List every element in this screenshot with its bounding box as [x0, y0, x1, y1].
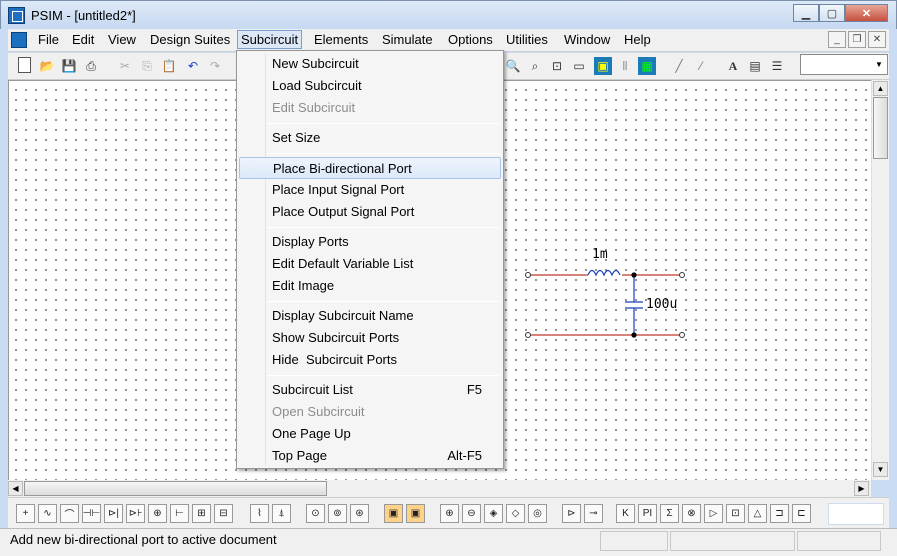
terminal-node[interactable] — [525, 272, 531, 278]
menu-item-label: Edit Subcircuit — [272, 100, 356, 115]
subcircuit-dropdown-menu: New Subcircuit Load Subcircuit Edit Subc… — [236, 50, 504, 469]
limiter-icon[interactable]: ⊸ — [584, 504, 603, 523]
vertical-scroll-thumb[interactable] — [873, 97, 888, 159]
junction-node — [631, 272, 637, 278]
menu-item-new-subcircuit[interactable]: New Subcircuit — [239, 53, 501, 75]
menu-item-label: Load Subcircuit — [272, 78, 362, 93]
menu-item-hide-subcircuit-ports[interactable]: Hide Subcircuit Ports — [239, 349, 501, 371]
switch-element-icon[interactable]: ⊟ — [214, 504, 233, 523]
summer-icon[interactable]: Σ — [660, 504, 679, 523]
menu-separator — [267, 123, 499, 124]
terminal-node[interactable] — [525, 332, 531, 338]
inductor-symbol[interactable] — [587, 269, 621, 277]
pi-controller-icon[interactable]: PI — [638, 504, 657, 523]
mosfet-element-icon[interactable]: ⊞ — [192, 504, 211, 523]
menu-separator — [267, 301, 499, 302]
menu-item-label: One Page Up — [272, 426, 351, 441]
inductor-element-icon[interactable]: ⌒ — [60, 504, 79, 523]
status-bar: Add new bi-directional port to active do… — [0, 528, 897, 556]
menu-item-subcircuit-list[interactable]: Subcircuit List F5 — [239, 379, 501, 401]
diode-element-icon[interactable]: ⊳| — [104, 504, 123, 523]
elements-toolbar-spacer — [828, 503, 884, 525]
triangle-source-icon[interactable]: ◇ — [506, 504, 525, 523]
menu-separator — [267, 153, 499, 154]
menu-item-set-size[interactable]: Set Size — [239, 127, 501, 149]
igbt-element-icon[interactable]: ⊢ — [170, 504, 189, 523]
menu-item-place-output-signal-port[interactable]: Place Output Signal Port — [239, 201, 501, 223]
inductor-label[interactable]: 1m — [592, 247, 608, 262]
menu-item-label: Top Page — [272, 448, 327, 463]
voltage-probe-icon[interactable]: ⊙ — [306, 504, 325, 523]
menu-item-label: Edit Default Variable List — [272, 256, 414, 271]
scope-icon[interactable]: ▣ — [384, 504, 403, 523]
resistor-element-icon[interactable]: ∿ — [38, 504, 57, 523]
menu-item-label: New Subcircuit — [272, 56, 359, 71]
menu-item-load-subcircuit[interactable]: Load Subcircuit — [239, 75, 501, 97]
menu-item-label: Set Size — [272, 130, 321, 145]
menu-item-label: Subcircuit List — [272, 382, 353, 397]
scroll-up-icon[interactable]: ▲ — [873, 81, 888, 96]
menu-item-top-page[interactable]: Top Page Alt-F5 — [239, 445, 501, 467]
probe-element-icon[interactable]: ⍋ — [272, 504, 291, 523]
logic-gate-icon[interactable]: ⊐ — [770, 504, 789, 523]
menu-item-show-subcircuit-ports[interactable]: Show Subcircuit Ports — [239, 327, 501, 349]
menu-item-edit-default-variable-list[interactable]: Edit Default Variable List — [239, 253, 501, 275]
menu-item-shortcut: Alt-F5 — [447, 448, 482, 463]
menu-separator — [267, 227, 499, 228]
menu-item-display-subcircuit-name[interactable]: Display Subcircuit Name — [239, 305, 501, 327]
opamp-icon[interactable]: ▷ — [704, 504, 723, 523]
menu-item-shortcut: F5 — [466, 382, 482, 397]
vertical-scrollbar[interactable]: ▲ ▼ — [871, 80, 889, 480]
meter-icon[interactable]: ⊛ — [350, 504, 369, 523]
scroll-left-icon[interactable]: ◀ — [8, 481, 23, 496]
status-text: Add new bi-directional port to active do… — [10, 532, 277, 547]
status-pane — [600, 531, 668, 551]
transformer-element-icon[interactable]: ⌇ — [250, 504, 269, 523]
menu-item-label: Display Ports — [272, 234, 349, 249]
gain-icon[interactable]: K — [616, 504, 635, 523]
status-pane — [670, 531, 795, 551]
label-element-icon[interactable]: △ — [748, 504, 767, 523]
zoh-icon[interactable]: ⊡ — [726, 504, 745, 523]
flipflop-icon[interactable]: ⊏ — [792, 504, 811, 523]
menu-item-place-input-signal-port[interactable]: Place Input Signal Port — [239, 179, 501, 201]
menu-item-label: Display Subcircuit Name — [272, 308, 414, 323]
ac-source-icon[interactable]: ⊖ — [462, 504, 481, 523]
menu-item-label: Edit Image — [272, 278, 335, 293]
scroll-right-icon[interactable]: ▶ — [854, 481, 869, 496]
ground-element-icon[interactable]: + — [16, 504, 35, 523]
capacitor-label[interactable]: 100u — [646, 297, 677, 312]
menu-item-label: Place Output Signal Port — [272, 204, 415, 219]
menu-item-label: Open Subcircuit — [272, 404, 365, 419]
scope2-icon[interactable]: ▣ — [406, 504, 425, 523]
horizontal-scroll-thumb[interactable] — [24, 481, 327, 496]
menu-item-edit-subcircuit: Edit Subcircuit — [239, 97, 501, 119]
menu-item-display-ports[interactable]: Display Ports — [239, 231, 501, 253]
menu-separator — [267, 375, 499, 376]
menu-item-label: Place Input Signal Port — [272, 182, 405, 197]
menu-item-place-bidirectional-port[interactable]: Place Bi-directional Port — [239, 157, 501, 179]
menu-item-open-subcircuit: Open Subcircuit — [239, 401, 501, 423]
menu-item-label: Show Subcircuit Ports — [272, 330, 400, 345]
capacitor-element-icon[interactable]: ⊣⊢ — [82, 504, 101, 523]
menu-item-label: Place Bi-directional Port — [273, 161, 412, 176]
terminal-node[interactable] — [679, 332, 685, 338]
terminal-node[interactable] — [679, 272, 685, 278]
zener-element-icon[interactable]: ⊳⊦ — [126, 504, 145, 523]
dc-source-icon[interactable]: ⊕ — [440, 504, 459, 523]
junction-node — [631, 332, 637, 338]
elements-toolbar: + ∿ ⌒ ⊣⊢ ⊳| ⊳⊦ ⊕ ⊢ ⊞ ⊟ ⌇ ⍋ ⊙ ⊚ ⊛ ▣ ▣ ⊕ ⊖… — [8, 497, 889, 528]
current-probe-icon[interactable]: ⊚ — [328, 504, 347, 523]
scroll-down-icon[interactable]: ▼ — [873, 462, 888, 477]
horizontal-scrollbar[interactable]: ◀ ▶ — [8, 480, 871, 497]
thyristor-element-icon[interactable]: ⊕ — [148, 504, 167, 523]
menu-item-edit-image[interactable]: Edit Image — [239, 275, 501, 297]
comparator-icon[interactable]: ⊳ — [562, 504, 581, 523]
menu-item-one-page-up[interactable]: One Page Up — [239, 423, 501, 445]
status-pane — [797, 531, 881, 551]
multiplier-icon[interactable]: ⊗ — [682, 504, 701, 523]
menu-item-label: Hide Subcircuit Ports — [272, 352, 397, 367]
step-source-icon[interactable]: ◎ — [528, 504, 547, 523]
square-source-icon[interactable]: ◈ — [484, 504, 503, 523]
